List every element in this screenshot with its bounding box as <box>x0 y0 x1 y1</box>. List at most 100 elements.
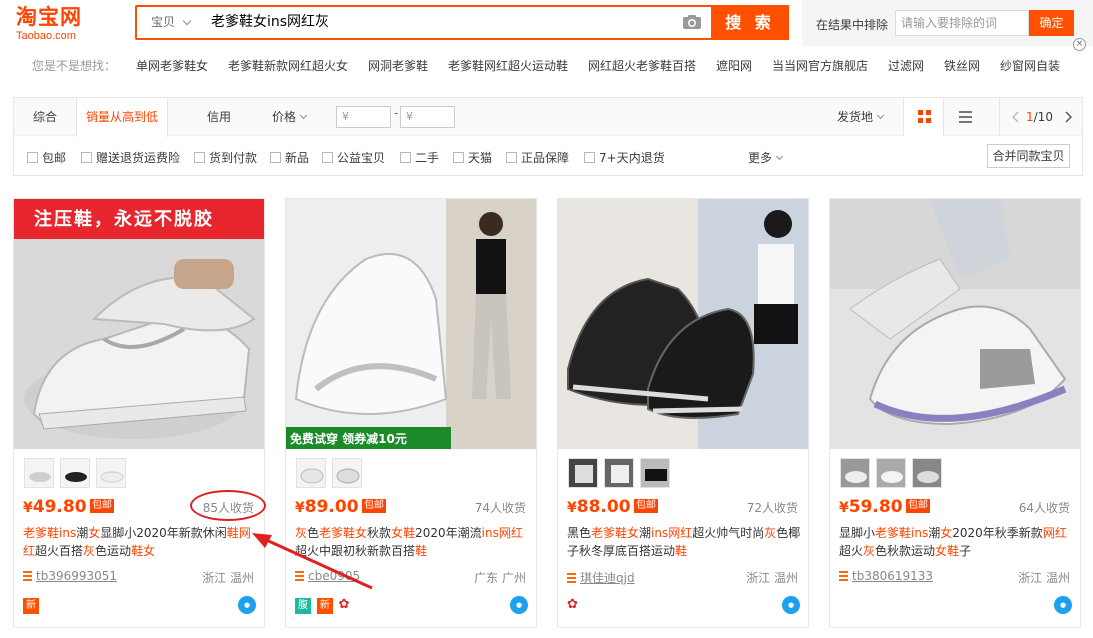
product-title[interactable]: 老爹鞋ins潮女显脚小2020年新款休闲鞋网红超火百搭灰色运动鞋女 <box>23 524 259 560</box>
filter-checkbox[interactable]: 公益宝贝 <box>322 149 385 166</box>
filter-checkbox[interactable]: 正品保障 <box>506 149 569 166</box>
shop-link[interactable]: 琪佳迪qjd <box>567 569 635 586</box>
title-keyword-highlight: ins <box>481 526 499 540</box>
more-filters-button[interactable]: 更多 <box>748 149 784 166</box>
filter-checkbox[interactable]: 7+天内退货 <box>584 149 665 166</box>
grid-view-icon[interactable] <box>903 98 944 136</box>
color-thumb[interactable] <box>95 458 126 488</box>
price-min-input[interactable]: ¥ <box>336 106 391 128</box>
taobao-logo[interactable]: 淘宝网 Taobao.com <box>16 4 116 44</box>
suggestion-link[interactable]: 单网老爹鞋女 <box>136 57 208 74</box>
exclude-input[interactable]: 请输入要排除的词 <box>895 10 1029 36</box>
filter-checkbox[interactable]: 新品 <box>270 149 309 166</box>
merge-same-items-button[interactable]: 合并同款宝贝 <box>987 144 1070 168</box>
filter-label: 赠送退货运费险 <box>96 151 181 165</box>
suggestion-link[interactable]: 铁丝网 <box>944 57 980 74</box>
ship-from-filter[interactable]: 发货地 <box>830 98 890 136</box>
search-type-select[interactable]: 宝贝 <box>137 7 203 38</box>
title-text: 潮 <box>639 526 652 540</box>
color-thumb[interactable] <box>639 458 670 488</box>
product-card[interactable]: ¥59.80 包邮 64人收货 显脚小老爹鞋ins潮女2020年秋季新款网红超火… <box>829 198 1081 628</box>
product-title[interactable]: 灰色老爹鞋女秋款女鞋2020年潮流ins网红超火中跟初秋新款百搭鞋 <box>295 524 531 560</box>
color-thumbs <box>24 458 128 488</box>
product-title[interactable]: 黑色老爹鞋女潮ins网红超火帅气时尚灰色椰子秋冬厚底百搭运动鞋 <box>567 524 803 560</box>
product-image[interactable]: 免费试穿 领券减10元 <box>286 199 536 449</box>
title-keyword-highlight: 女 <box>88 526 101 540</box>
color-thumb[interactable] <box>24 458 54 488</box>
product-image[interactable] <box>558 199 808 449</box>
chevron-down-icon <box>299 111 308 120</box>
color-thumb[interactable] <box>59 458 90 488</box>
price-value: 59.80 <box>848 497 903 517</box>
sort-by-sales[interactable]: 销量从高到低 <box>76 98 168 137</box>
list-view-icon[interactable] <box>945 98 986 136</box>
color-thumb[interactable] <box>568 458 598 488</box>
color-thumb[interactable] <box>603 458 634 488</box>
suggestion-link[interactable]: 遮阳网 <box>716 57 752 74</box>
suggestion-link[interactable]: 当当网官方旗舰店 <box>772 57 868 74</box>
suggestion-link[interactable]: 纱窗网自装 <box>1000 57 1060 74</box>
wangwang-chat-icon[interactable]: ● <box>238 596 256 614</box>
filter-checkbox[interactable]: 天猫 <box>453 149 492 166</box>
color-thumb[interactable] <box>911 458 942 488</box>
shop-link[interactable]: tb396993051 <box>23 569 117 583</box>
product-title[interactable]: 显脚小老爹鞋ins潮女2020年秋季新款网红超火灰色秋款运动女鞋子 <box>839 524 1075 560</box>
title-text: 2020年潮流 <box>415 526 482 540</box>
suggestion-link[interactable]: 网洞老爹鞋 <box>368 57 428 74</box>
suggestion-link[interactable]: 网红超火老爹鞋百搭 <box>588 57 696 74</box>
wangwang-chat-icon[interactable]: ● <box>782 596 800 614</box>
title-text: 超火帅气时尚 <box>692 526 765 540</box>
filter-checkbox[interactable]: 包邮 <box>27 149 66 166</box>
title-keyword-highlight: 灰 <box>863 544 876 558</box>
page-total: /10 <box>1033 110 1053 124</box>
suggestion-bar: 您是不是想找： 单网老爹鞋女 老爹鞋新款网红超火女 网洞老爹鞋 老爹鞋网红超火运… <box>32 57 1082 73</box>
wangwang-chat-icon[interactable]: ● <box>1054 596 1072 614</box>
exclude-confirm-button[interactable]: 确定 <box>1029 10 1074 36</box>
suggestion-link[interactable]: 老爹鞋网红超火运动鞋 <box>448 57 568 74</box>
product-card[interactable]: 免费试穿 领券减10元 ¥89.00 包邮 74人收货 灰色老爹鞋女秋款女鞋20… <box>285 198 537 628</box>
shop-link[interactable]: tb380619133 <box>839 569 933 583</box>
color-thumb[interactable] <box>331 458 362 488</box>
sort-credit[interactable]: 信用 <box>192 98 246 136</box>
title-keyword-highlight: 网红 <box>498 526 523 540</box>
product-image[interactable] <box>830 199 1080 449</box>
shop-link[interactable]: cbe0905 <box>295 569 360 583</box>
prev-page-icon[interactable] <box>1012 111 1020 123</box>
suggestion-link[interactable]: 老爹鞋新款网红超火女 <box>228 57 348 74</box>
color-thumb[interactable] <box>296 458 326 488</box>
product-price: ¥89.00 <box>295 497 359 517</box>
search-input[interactable]: 老爹鞋女ins网红灰 <box>203 7 693 38</box>
product-image[interactable]: 注压鞋，永远不脱胶 <box>14 199 264 449</box>
new-tag: 新 <box>23 598 39 614</box>
camera-icon[interactable] <box>682 14 702 30</box>
wangwang-chat-icon[interactable]: ● <box>510 596 528 614</box>
chevron-down-icon <box>876 111 885 120</box>
color-thumb[interactable] <box>875 458 906 488</box>
close-icon[interactable]: × <box>1073 38 1086 51</box>
checkbox-icon <box>453 152 464 163</box>
mini-pager: 1/10 <box>999 98 1082 136</box>
title-keyword-highlight: 灰 <box>83 544 96 558</box>
free-shipping-badge: 包邮 <box>362 499 386 513</box>
filter-checkbox[interactable]: 二手 <box>400 149 439 166</box>
product-card[interactable]: 注压鞋，永远不脱胶 ¥49.80 包邮 85人收货 老爹鞋ins潮女显脚小202… <box>13 198 265 628</box>
chevron-down-icon <box>182 16 192 26</box>
color-thumbs <box>296 458 364 488</box>
checkbox-icon <box>322 152 333 163</box>
product-price: ¥59.80 <box>839 497 903 517</box>
next-page-icon[interactable] <box>1064 111 1072 123</box>
sort-price[interactable]: 价格 <box>264 98 314 136</box>
search-button[interactable]: 搜 索 <box>711 5 789 40</box>
color-thumb[interactable] <box>840 458 870 488</box>
title-keyword-highlight: 鞋 <box>415 544 428 558</box>
product-card[interactable]: ¥88.00 包邮 72人收货 黑色老爹鞋女潮ins网红超火帅气时尚灰色椰子秋冬… <box>557 198 809 628</box>
sort-default[interactable]: 综合 <box>14 98 76 136</box>
price-value: 49.80 <box>32 497 87 517</box>
title-keyword-highlight: ins <box>911 526 929 540</box>
more-filters-label: 更多 <box>748 151 773 165</box>
price-max-input[interactable]: ¥ <box>400 106 455 128</box>
title-text: 潮 <box>76 526 89 540</box>
suggestion-link[interactable]: 过滤网 <box>888 57 924 74</box>
filter-checkbox[interactable]: 货到付款 <box>194 149 257 166</box>
filter-checkbox[interactable]: 赠送退货运费险 <box>81 149 180 166</box>
